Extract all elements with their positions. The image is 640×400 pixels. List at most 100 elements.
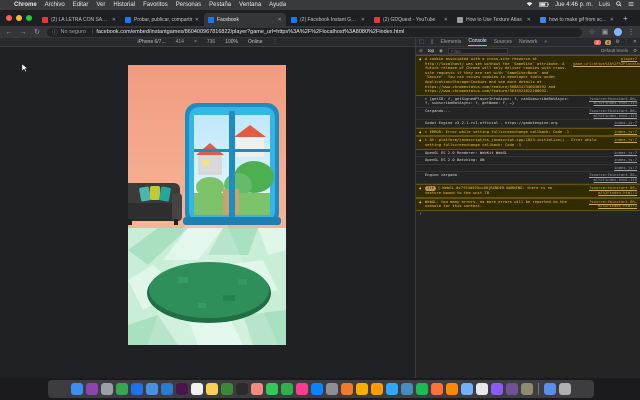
browser-tab[interactable]: Probar, publicar, compartir ✕ [121,13,203,26]
blender-icon[interactable] [341,383,353,395]
console-source-link[interactable]: index.js:7 [614,121,637,126]
more-tabs-button[interactable]: » [544,39,547,45]
messages-icon[interactable] [266,383,278,395]
browser-tab[interactable]: (2) GDQuest - YouTube ✕ [370,13,452,26]
chrome-menu-icon[interactable]: ⋮ [627,28,635,36]
trash-icon[interactable] [559,383,571,395]
appstore-icon[interactable] [311,383,323,395]
error-count-badge[interactable]: 2 [594,39,601,45]
minimize-window-button[interactable] [16,15,22,21]
browser-tab[interactable]: how to make gif from screen ✕ [536,13,618,26]
notes-icon[interactable] [206,383,218,395]
devtools-settings-icon[interactable]: ⚙ [615,39,619,45]
tab-sources[interactable]: Sources [494,39,512,45]
launchpad-icon[interactable] [101,383,113,395]
console-source-link[interactable]: index.js:7 [614,137,637,147]
back-button[interactable]: ← [5,29,13,36]
chrome-icon[interactable] [116,383,128,395]
network-throttle-select[interactable]: Online [248,39,262,45]
address-bar[interactable]: ⓘ No seguro | facebook.com/embed/instant… [47,27,582,37]
device-width[interactable]: 414 [176,39,184,45]
spotify-icon[interactable] [416,383,428,395]
menu-chrome[interactable]: Chrome [14,2,37,8]
facetime-icon[interactable] [281,383,293,395]
console-source-link[interactable]: ?source=fbinstant-86…ml%2Findex.html:113 [573,108,637,118]
tab-close-icon[interactable]: ✕ [444,17,448,23]
console-output[interactable]: ▲ A cookie associated with a cross-site r… [416,55,640,378]
vlc-icon[interactable] [446,383,458,395]
console-source-link[interactable]: index.js:7 [614,150,637,156]
console-message[interactable]: index.js:7 [416,165,640,173]
console-message[interactable]: ▲ 216 [.WebGL-0x7f93d595cc00]RENDER WARNIN… [416,184,640,198]
console-source-link[interactable]: index.js:7 [614,157,637,163]
device-select[interactable]: iPhone 6/7... [138,39,166,45]
browser-tab[interactable]: Facebook ✕ [204,13,286,26]
console-settings-icon[interactable]: ⚙ [633,48,637,54]
context-select[interactable]: top [428,48,434,53]
photos-icon[interactable] [251,383,263,395]
console-source-link[interactable]: ?source=fbinstant-86…ml%2Findex.html:1 [573,186,637,195]
menu-editar[interactable]: Editar [73,2,89,8]
zoom-select[interactable]: 100% [225,39,238,45]
console-message[interactable]: ▲ WebGL: too many errors, no more errors … [416,197,640,211]
preview-icon[interactable] [461,383,473,395]
firefox-icon[interactable] [431,383,443,395]
console-source-link[interactable]: ?source=fbinstant-86…ml%2Findex.html:1 [573,199,637,209]
menu-ver[interactable]: Ver [96,2,105,8]
safari-icon[interactable] [131,383,143,395]
wifi-icon[interactable] [526,1,533,9]
menu-archivo[interactable]: Archivo [45,2,65,8]
console-source-link[interactable]: index.js:7 [614,165,637,171]
tab-close-icon[interactable]: ✕ [278,17,282,23]
nodejs-icon[interactable] [221,383,233,395]
vectornator-icon[interactable] [491,383,503,395]
more-options-icon[interactable]: ⋮ [272,39,277,45]
tab-close-icon[interactable]: ✕ [610,17,614,23]
vscode-icon[interactable] [161,383,173,395]
preferences-icon[interactable] [326,383,338,395]
console-message[interactable]: Engine cargado ?source=fbinstant-86…ml%2F… [416,172,640,185]
menu-ventana[interactable]: Ventana [239,2,261,8]
browser-tab[interactable]: (2) LA LETRA CON SANGRE✕ [38,13,120,26]
console-message[interactable]: OpenGL ES 2.0 Renderer: WebKit WebGL inde… [416,150,640,158]
console-message[interactable]: Godot Engine v3.2.1.rc1.official - https… [416,120,640,128]
device-height[interactable]: 736 [207,39,215,45]
browser-tab[interactable]: (2) Facebook Instant Games ✕ [287,13,369,26]
terminal-icon[interactable] [236,383,248,395]
calendar-icon[interactable] [191,383,203,395]
battery-icon[interactable] [539,1,549,9]
textedit-icon[interactable] [476,383,488,395]
menu-favoritos[interactable]: Favoritos [143,2,168,8]
console-source-link[interactable]: ?source=fbinstant-86…ml%2Findex.html:113 [573,96,637,106]
browser-tab[interactable]: How to Use Texture Atlas ✕ [453,13,535,26]
menubar-clock[interactable]: Jue 4:46 p. m. [555,2,593,8]
log-levels-select[interactable]: Default levels [601,48,628,53]
devtools-close-icon[interactable]: ✕ [633,39,637,45]
tab-network[interactable]: Network [519,39,537,45]
tab-console[interactable]: Console [468,38,487,46]
new-tab-button[interactable]: + [623,13,628,26]
finder-icon[interactable] [71,383,83,395]
console-source-link[interactable]: index.js:7 [614,129,637,135]
devtools-device-icon[interactable]: ▯ [431,39,434,45]
bookmark-star-icon[interactable]: ☆ [588,28,596,36]
forward-button[interactable]: → [19,29,27,36]
devtools-inspect-icon[interactable]: ⬚ [419,39,424,45]
menu-personas[interactable]: Personas [176,2,201,8]
console-prompt-input[interactable]: › [416,211,640,218]
profile-avatar[interactable] [614,28,622,36]
close-window-button[interactable] [6,15,12,21]
devtools-more-icon[interactable]: ⋮ [624,39,629,45]
extension-icon[interactable]: ▣ [601,28,609,36]
console-message[interactable]: ▸ {getID: f, getSignedPlayerInfoAsync: f… [416,96,640,108]
gimp-icon[interactable] [521,383,533,395]
console-message[interactable]: OpenGL ES 2.0 Batching: ON index.js:7 [416,157,640,165]
console-message[interactable]: ▲ A cookie associated with a cross-site r… [416,55,640,96]
console-message[interactable]: Cargando... ?source=fbinstant-86…ml%2Find… [416,108,640,121]
game-canvas[interactable] [128,65,286,345]
github-icon[interactable] [506,383,518,395]
tab-elements[interactable]: Elements [441,39,462,45]
zoom-window-button[interactable] [26,15,32,21]
sketch-icon[interactable] [356,383,368,395]
info-icon[interactable]: ⓘ [52,28,58,36]
